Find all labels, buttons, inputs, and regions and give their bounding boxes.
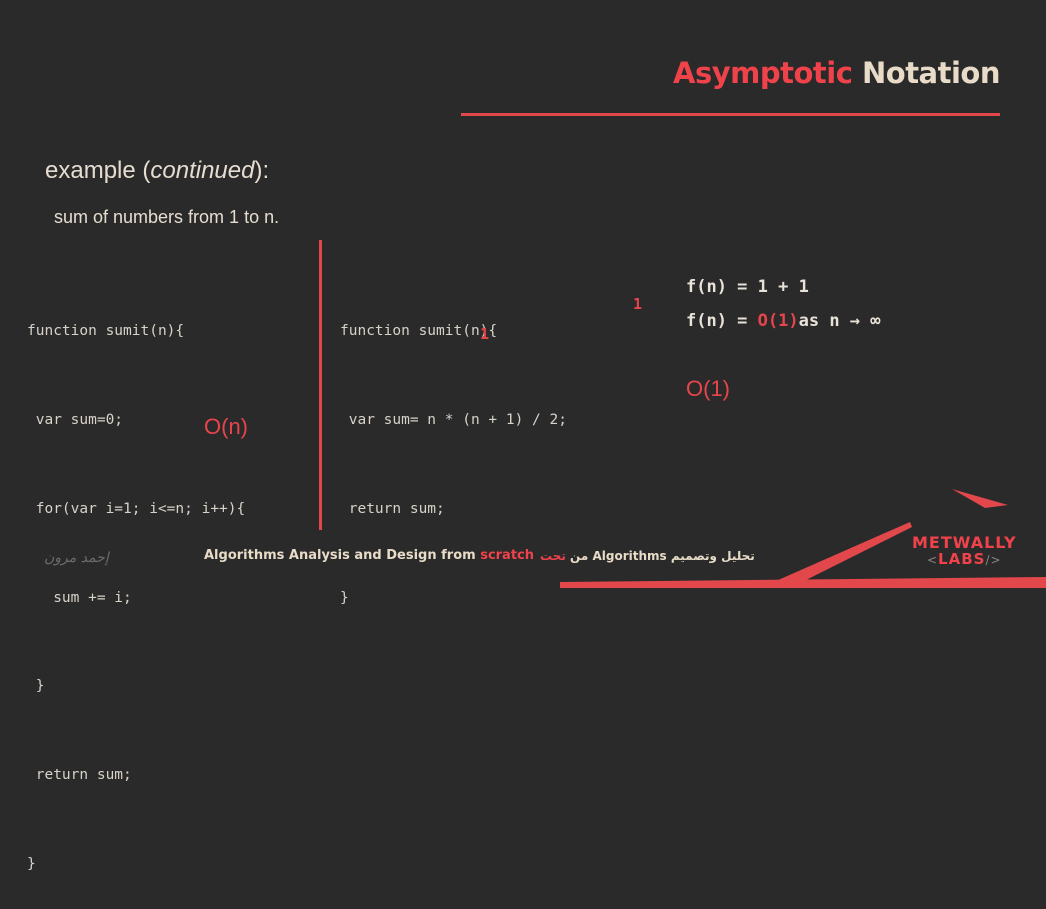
- course-title-arabic: تحليل وتصميم Algorithms من تحت: [540, 549, 755, 563]
- arabic-title-main: تحليل وتصميم Algorithms من: [565, 549, 755, 563]
- problem-statement: sum of numbers from 1 to n.: [54, 207, 280, 227]
- formula-code-block: function sumit(n){ var sum= n * (n + 1) …: [340, 258, 567, 643]
- formula-complexity: O(1): [686, 376, 730, 401]
- logo-bracket-close: />: [985, 553, 1002, 567]
- logo-bracket-open: <: [926, 553, 939, 567]
- heading-italic: continued: [150, 157, 255, 184]
- corner-wing-top: [952, 489, 1008, 508]
- arabic-title-highlight: تحت: [540, 549, 566, 563]
- logo-line-1: METWALLY: [912, 533, 1017, 552]
- course-title: Algorithms Analysis and Design from scra…: [204, 548, 534, 563]
- equation-prefix: f(n) =: [686, 311, 758, 331]
- equation-highlight: O(1): [757, 311, 799, 331]
- course-title-main: Algorithms Analysis and Design from: [204, 548, 481, 563]
- title-highlight: Asymptotic: [673, 56, 853, 90]
- line-cost-marker: 1: [480, 325, 490, 343]
- code-line: return sum;: [27, 767, 132, 784]
- author-signature: إحمد مرون: [44, 550, 109, 566]
- line-cost-marker: 1: [633, 295, 643, 313]
- title-underline: [461, 113, 1000, 116]
- slide-title: Asymptotic Notation: [673, 56, 1000, 90]
- title-rest: Notation: [862, 56, 1001, 90]
- code-line: return sum;: [340, 500, 445, 517]
- course-title-highlight: scratch: [480, 548, 535, 563]
- column-divider: [319, 240, 322, 530]
- cost-equation: f(n) = 1 + 1: [686, 277, 809, 297]
- heading-suffix: ):: [254, 157, 270, 184]
- code-line: function sumit(n){: [340, 323, 498, 340]
- heading-prefix: example (: [45, 157, 151, 184]
- code-line: }: [27, 678, 45, 695]
- example-heading: example (continued):: [45, 157, 269, 185]
- code-line: function sumit(n){: [27, 323, 185, 340]
- code-line: }: [27, 855, 36, 872]
- corner-stripe-diagonal: [760, 522, 912, 588]
- loop-complexity: O(n): [204, 414, 248, 439]
- code-line: var sum= n * (n + 1) / 2;: [340, 411, 567, 428]
- equation-suffix: as n → ∞: [798, 311, 881, 331]
- loop-code-block: function sumit(n){ var sum=0; for(var i=…: [27, 258, 245, 909]
- logo-line-2: LABS: [938, 550, 986, 568]
- brand-logo: METWALLY <LABS/>: [912, 534, 1017, 569]
- code-line: for(var i=1; i<=n; i++){: [27, 500, 246, 517]
- big-o-equation: f(n) = O(1)as n → ∞: [686, 311, 881, 331]
